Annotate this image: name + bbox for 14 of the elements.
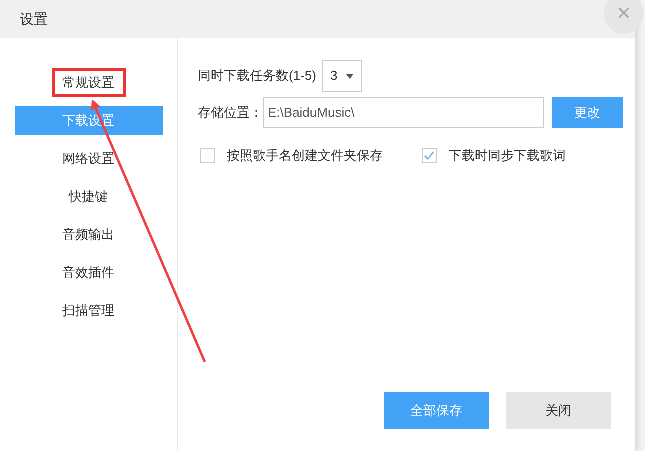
checkbox-label: 按照歌手名创建文件夹保存	[227, 147, 383, 165]
sidebar-item[interactable]: 网络设置	[54, 144, 122, 173]
close-dialog-button[interactable]: 关闭	[506, 392, 611, 429]
sidebar-item[interactable]: 音频输出	[54, 220, 122, 249]
count-dropdown[interactable]: 3	[322, 60, 362, 92]
checkbox-label: 下载时同步下载歌词	[449, 147, 566, 165]
window-title: 设置	[20, 10, 48, 28]
sidebar-item[interactable]: 常规设置	[52, 68, 126, 97]
field-label: 存储位置：	[198, 104, 263, 122]
field-label: 同时下载任务数(1-5)	[198, 67, 316, 86]
sidebar-item[interactable]: 音效插件	[54, 258, 122, 287]
sidebar-item[interactable]: 扫描管理	[54, 296, 122, 325]
sidebar-item[interactable]: 快捷键	[61, 182, 116, 211]
path-field[interactable]: E:\BaiduMusic\	[263, 97, 544, 128]
